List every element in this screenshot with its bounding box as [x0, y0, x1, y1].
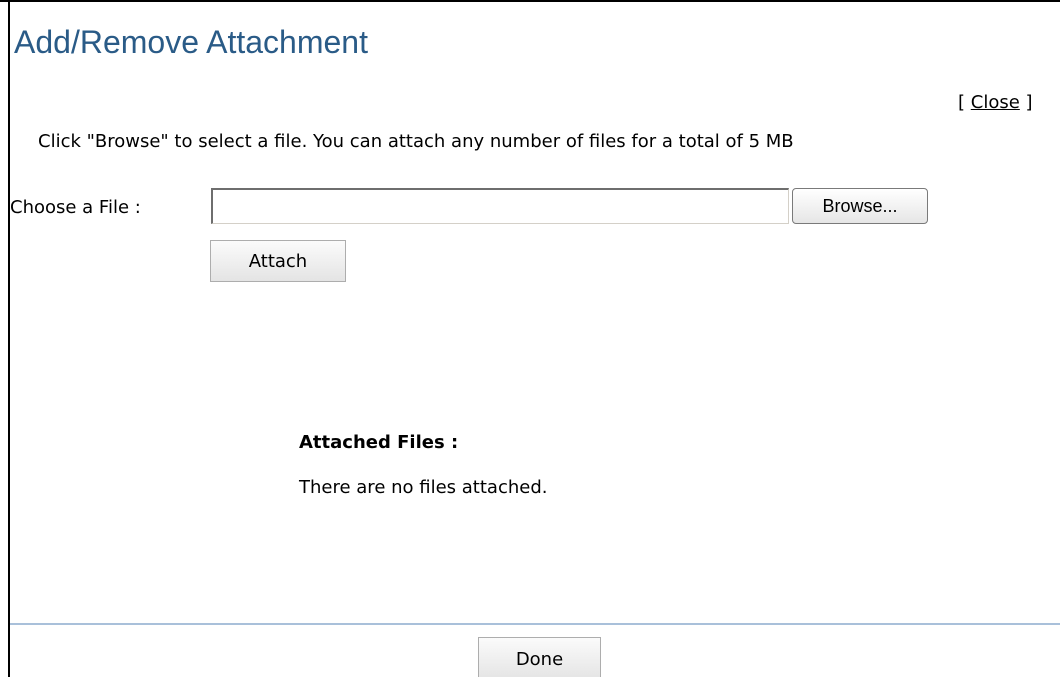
done-button[interactable]: Done: [478, 637, 601, 677]
file-path-input[interactable]: [211, 188, 789, 224]
no-files-message: There are no files attached.: [299, 477, 548, 498]
dialog-title: Add/Remove Attachment: [14, 24, 368, 60]
close-link[interactable]: Close: [971, 92, 1020, 113]
dialog-top-border: [0, 0, 1060, 2]
dialog-left-border: [8, 0, 10, 677]
choose-file-label: Choose a File :: [10, 197, 141, 218]
footer-divider: [10, 623, 1060, 625]
close-link-group: [ Close ]: [958, 92, 1033, 113]
attach-button[interactable]: Attach: [210, 240, 346, 282]
browse-button[interactable]: Browse...: [792, 188, 928, 224]
attached-files-heading: Attached Files :: [299, 432, 459, 453]
close-open-bracket: [: [958, 92, 966, 113]
attachment-dialog: Add/Remove Attachment [ Close ] Click "B…: [0, 0, 1060, 677]
close-close-bracket: ]: [1025, 92, 1033, 113]
instructions-text: Click "Browse" to select a file. You can…: [38, 131, 794, 152]
